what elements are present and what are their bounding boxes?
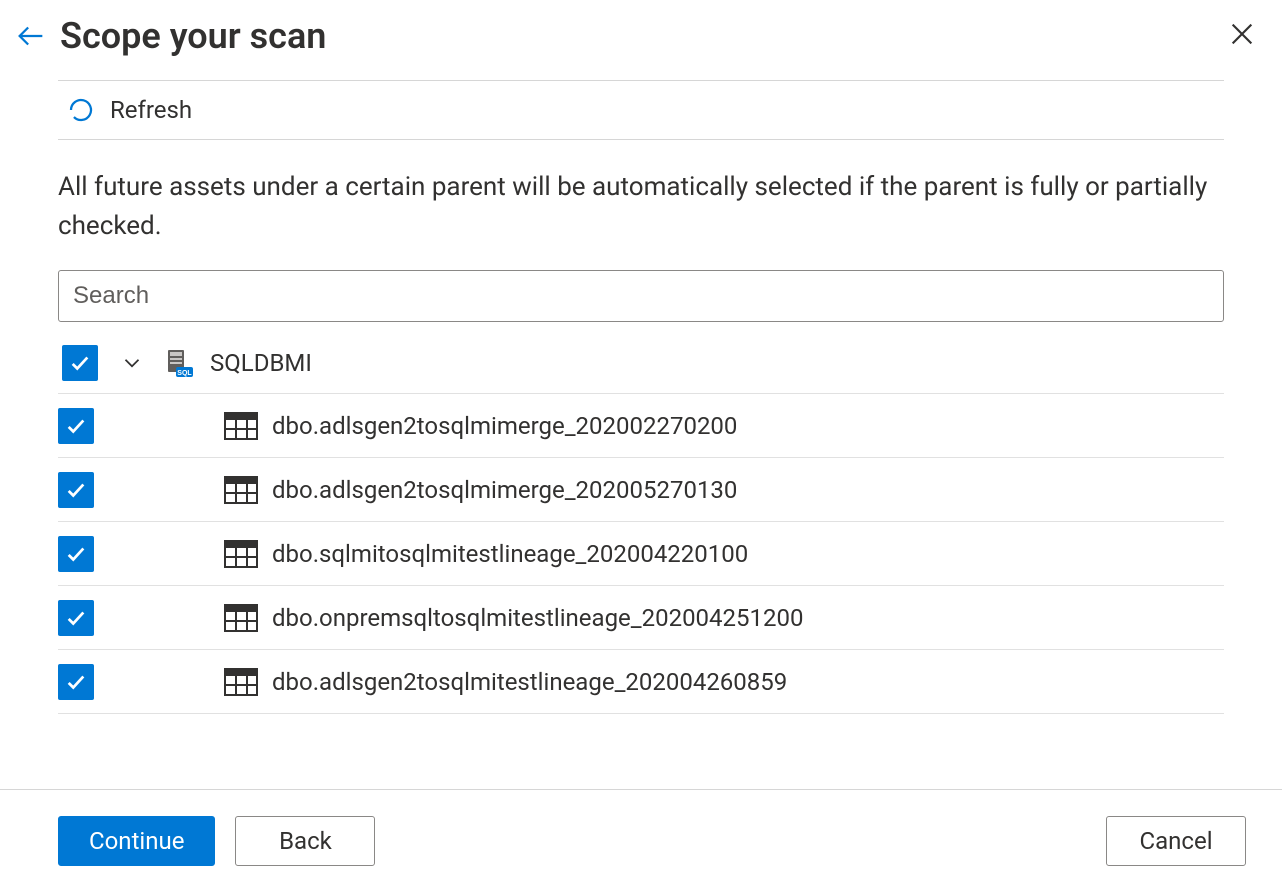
refresh-label: Refresh <box>110 96 192 124</box>
checkbox-root[interactable] <box>62 345 98 381</box>
tree-child-row[interactable]: dbo.adlsgen2tosqlmitestlineage_202004260… <box>58 650 1224 714</box>
tree-child-label: dbo.onpremsqltosqlmitestlineage_20200425… <box>272 604 803 632</box>
tree-child-label: dbo.sqlmitosqlmitestlineage_202004220100 <box>272 540 748 568</box>
sql-db-icon: SQL <box>164 347 196 379</box>
back-button[interactable]: Back <box>235 816 375 866</box>
tree-root-row[interactable]: SQL SQLDBMI <box>58 340 1224 394</box>
table-icon <box>224 476 258 504</box>
tree-child-label: dbo.adlsgen2tosqlmimerge_202005270130 <box>272 476 737 504</box>
checkbox-child[interactable] <box>58 664 94 700</box>
svg-text:SQL: SQL <box>177 370 192 377</box>
tree-child-label: dbo.adlsgen2tosqlmimerge_202002270200 <box>272 412 737 440</box>
tree-child-row[interactable]: dbo.onpremsqltosqlmitestlineage_20200425… <box>58 586 1224 650</box>
back-arrow-icon[interactable] <box>14 19 48 53</box>
chevron-down-icon[interactable] <box>114 350 150 376</box>
tree-child-label: dbo.adlsgen2tosqlmitestlineage_202004260… <box>272 668 787 696</box>
tree-child-row[interactable]: dbo.adlsgen2tosqlmimerge_202005270130 <box>58 458 1224 522</box>
table-icon <box>224 412 258 440</box>
tree-child-row[interactable]: dbo.adlsgen2tosqlmimerge_202002270200 <box>58 394 1224 458</box>
close-icon[interactable] <box>1222 14 1262 58</box>
checkbox-child[interactable] <box>58 536 94 572</box>
checkbox-child[interactable] <box>58 472 94 508</box>
checkbox-child[interactable] <box>58 600 94 636</box>
checkbox-child[interactable] <box>58 408 94 444</box>
search-input[interactable] <box>58 270 1224 322</box>
table-icon <box>224 604 258 632</box>
tree-root-label: SQLDBMI <box>210 349 312 377</box>
page-title: Scope your scan <box>60 15 1222 57</box>
cancel-button[interactable]: Cancel <box>1106 816 1246 866</box>
continue-button[interactable]: Continue <box>58 816 215 866</box>
refresh-button[interactable]: Refresh <box>66 95 192 125</box>
table-icon <box>224 668 258 696</box>
tree-child-row[interactable]: dbo.sqlmitosqlmitestlineage_202004220100 <box>58 522 1224 586</box>
refresh-icon <box>66 95 96 125</box>
table-icon <box>224 540 258 568</box>
description-text: All future assets under a certain parent… <box>58 168 1224 246</box>
